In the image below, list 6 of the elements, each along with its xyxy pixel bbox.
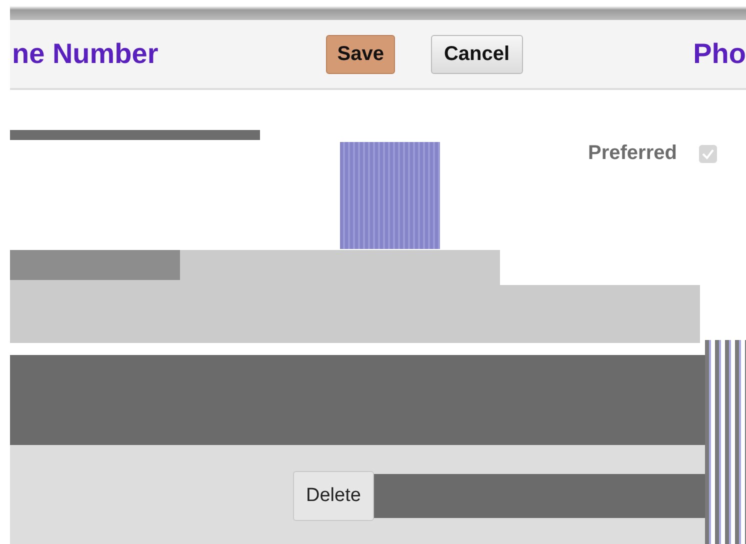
action-button[interactable]: Cancel: [430, 34, 523, 74]
action-button[interactable]: Save: [326, 34, 395, 74]
page-title: Pho: [693, 38, 746, 70]
preferred-label: Preferred: [588, 142, 677, 165]
delete-button[interactable]: Delete: [293, 470, 374, 520]
page-title: ne Number: [12, 38, 158, 70]
